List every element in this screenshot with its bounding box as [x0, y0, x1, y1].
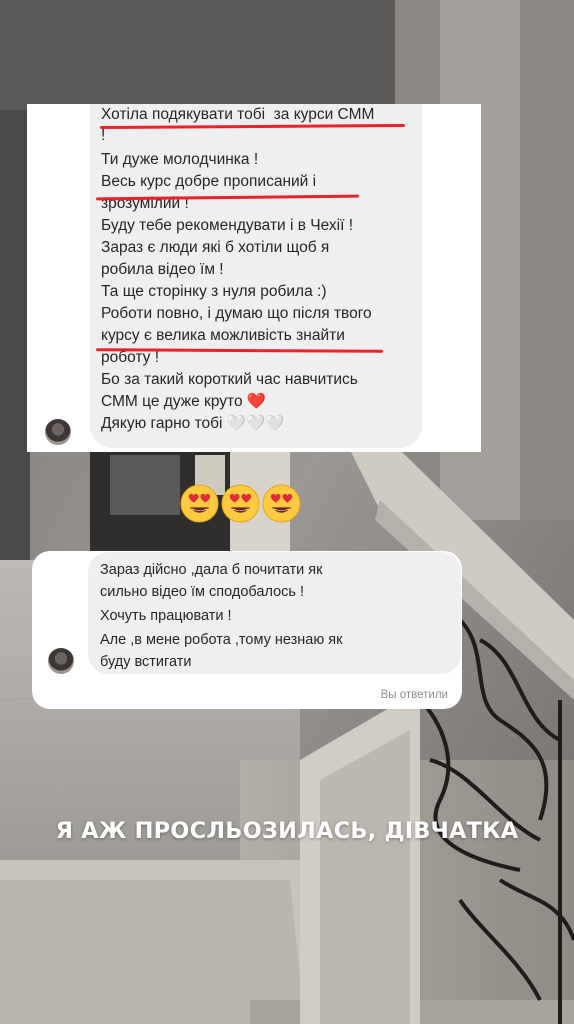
message-1-line: Бо за такий короткий час навчитись [101, 371, 358, 388]
sender-avatar-2 [48, 648, 74, 674]
message-1-line: курсу є велика можливість знайти [101, 327, 345, 344]
message-1-line: СММ це дуже круто ❤️ [101, 393, 267, 410]
message-1-line: Та ще сторінку з нуля робила :) [101, 283, 327, 300]
message-2-line: буду встигати [100, 654, 192, 670]
heart-eyes-emoji-icon [180, 484, 219, 523]
emoji-reaction-row [180, 484, 304, 526]
message-1-line: Хотіла подякувати тобі за курси СММ [101, 106, 375, 123]
message-1-line: Зараз є люди які б хотіли щоб я [101, 239, 330, 256]
message-1-line: Роботи повно, і думаю що після твого [101, 305, 372, 322]
sender-avatar-1 [45, 419, 71, 445]
heart-eyes-emoji-icon [262, 484, 301, 523]
message-2-line: Хочуть працювати ! [100, 608, 232, 624]
message-2-line: Але ,в мене робота ,тому незнаю як [100, 632, 343, 648]
message-2-line: Зараз дійсно ,дала б почитати як [100, 562, 323, 578]
message-1-line: Дякую гарно тобі 🤍🤍🤍 [101, 415, 285, 432]
message-1-line: Буду тебе рекомендувати і в Чехії ! [101, 217, 354, 234]
message-2-text: Зараз дійсно ,дала б почитати як сильно … [100, 559, 342, 673]
message-1-line: ! [101, 127, 106, 144]
message-2-line: сильно відео їм сподобалось ! [100, 584, 304, 600]
reply-status-label: Вы ответили [380, 689, 448, 701]
message-1-line: Ти дуже молодчинка ! [101, 151, 259, 168]
heart-eyes-emoji-icon [221, 484, 260, 523]
message-1-line: Весь курс добре прописаний і [101, 173, 317, 190]
story-caption: Я АЖ ПРОСЛЬОЗИЛАСЬ, ДІВЧАТКА [55, 818, 519, 844]
message-1-text: Хотіла подякувати тобі за курси СММ ! Ти… [101, 104, 374, 435]
message-1-line: робила відео їм ! [101, 261, 224, 278]
